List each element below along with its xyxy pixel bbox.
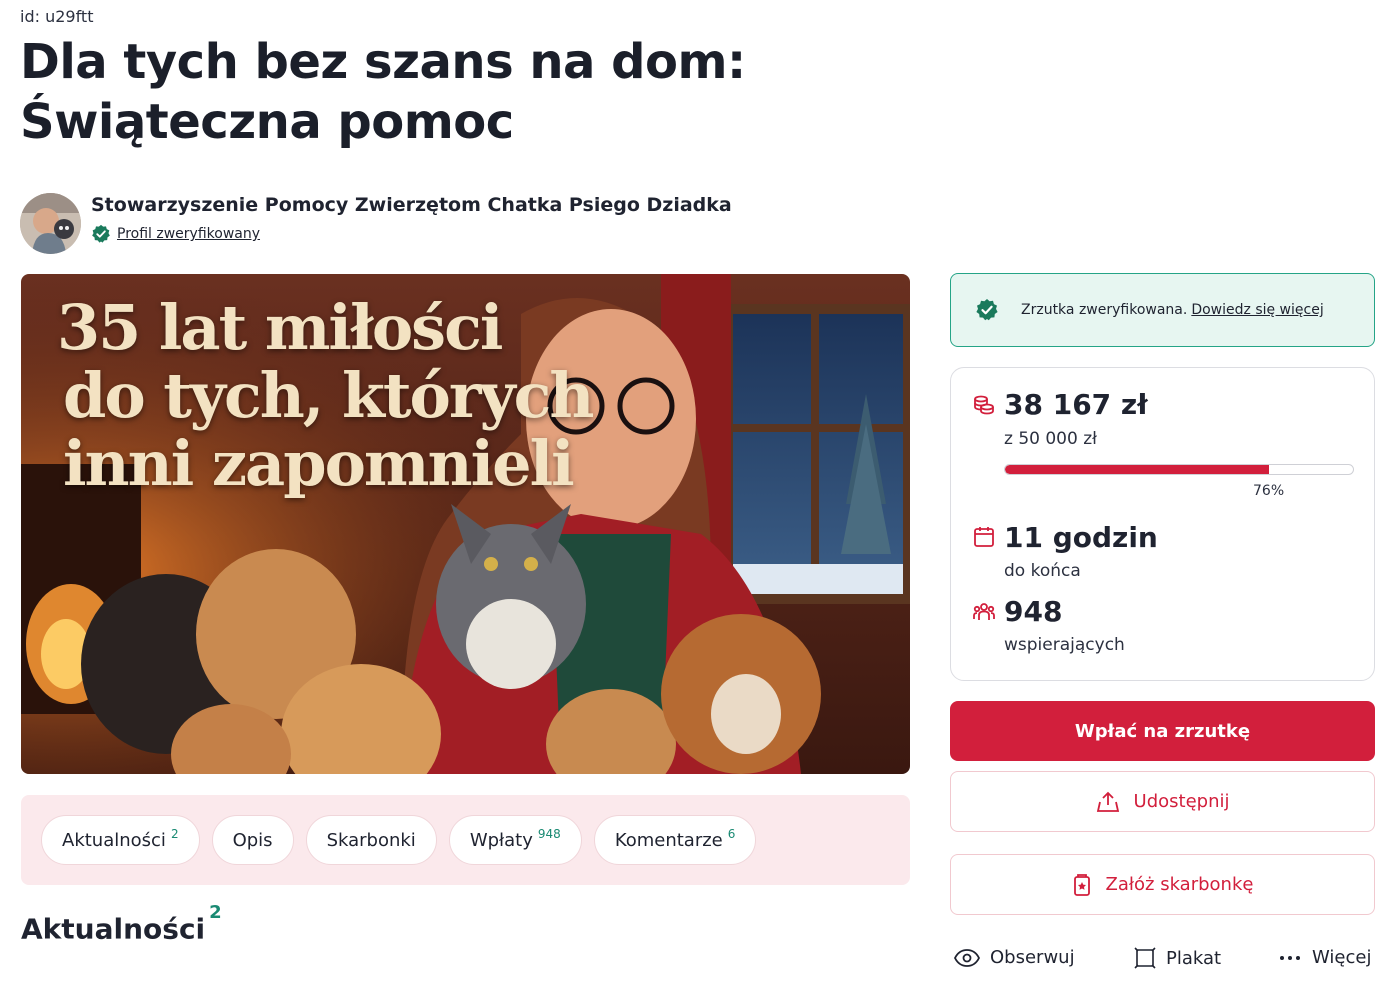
more-button[interactable]: Więcej [1278,947,1371,968]
verified-profile-link[interactable]: Profil zweryfikowany [117,226,260,242]
verification-text: Zrzutka zweryfikowana. [1021,302,1188,318]
share-label: Udostępnij [1133,791,1230,812]
campaign-hero-image: 35 lat miłości do tych, których inni zap… [21,274,910,774]
updates-heading: Aktualności 2 [21,902,222,946]
coins-icon [974,395,994,415]
tab-label: Skarbonki [326,829,416,851]
amount-raised: 38 167 zł [1004,388,1148,421]
verified-badge-icon [92,224,110,243]
page-title: Dla tych bez szans na dom: Świąteczna po… [20,32,920,152]
updates-count: 2 [209,902,222,923]
follow-label: Obserwuj [990,947,1075,968]
progress-fill [1005,465,1270,474]
follow-button[interactable]: Obserwuj [954,947,1075,968]
piggybank-label: Załóż skarbonkę [1105,874,1254,895]
tab-count: 6 [727,827,736,841]
supporters-label: wspierających [1004,635,1125,655]
verification-notice: Zrzutka zweryfikowana. Dowiedz się więce… [950,273,1375,347]
poster-label: Plakat [1166,947,1222,969]
organizer-name[interactable]: Stowarzyszenie Pomocy Zwierzętom Chatka … [91,193,732,217]
progress-bar [1004,464,1354,475]
tab-label: Opis [232,829,273,851]
verified-badge-icon [976,299,998,321]
create-piggybank-button[interactable]: Załóż skarbonkę [950,854,1375,915]
hero-line3: inni zapomnieli [63,427,575,500]
progress-percent: 76% [1253,483,1285,499]
supporters-icon [973,603,995,620]
share-icon [1096,791,1119,812]
tab-opis[interactable]: Opis [211,815,294,865]
tab-label: Komentarze [614,829,723,851]
tab-wplaty[interactable]: Wpłaty 948 [448,815,582,865]
hero-headline: 35 lat miłości do tych, których inni zap… [57,291,594,500]
goal-amount: z 50 000 zł [1004,429,1097,449]
hero-line1: 35 lat miłości [57,291,503,364]
calendar-icon [974,527,994,547]
tab-count: 948 [537,827,561,841]
donate-button[interactable]: Wpłać na zrzutkę [950,701,1375,761]
page-title-line1: Dla tych bez szans na dom: [20,34,746,90]
secondary-actions: Obserwuj Plakat Więcej [954,947,1379,977]
poster-icon [1134,947,1156,969]
tab-count: 2 [170,827,179,841]
campaign-id: id: u29ftt [20,7,94,26]
tab-skarbonki[interactable]: Skarbonki [305,815,437,865]
share-button[interactable]: Udostępnij [950,771,1375,832]
piggybank-icon [1073,873,1090,896]
tab-komentarze[interactable]: Komentarze 6 [593,815,757,865]
tab-label: Wpłaty [469,829,533,851]
fundraising-stats: 38 167 zł z 50 000 zł 76% 11 godzin do k… [950,367,1375,681]
avatar[interactable] [20,193,81,254]
time-left: 11 godzin [1004,521,1158,554]
poster-button[interactable]: Plakat [1134,947,1221,969]
tab-aktualnosci[interactable]: Aktualności 2 [41,815,200,865]
learn-more-link[interactable]: Dowiedz się więcej [1191,302,1323,318]
more-dots-icon [1280,955,1300,960]
page-title-line2: Świąteczna pomoc [20,94,514,150]
more-label: Więcej [1312,947,1372,968]
hero-line2: do tych, których [63,359,594,432]
updates-heading-label: Aktualności [21,912,206,946]
eye-icon [954,948,980,967]
section-tabs: Aktualności 2 Opis Skarbonki Wpłaty 948 Ko… [21,795,910,885]
time-left-label: do końca [1004,561,1081,581]
supporters-count: 948 [1004,595,1063,628]
organizer: Stowarzyszenie Pomocy Zwierzętom Chatka … [20,193,732,254]
tab-label: Aktualności [62,829,166,851]
